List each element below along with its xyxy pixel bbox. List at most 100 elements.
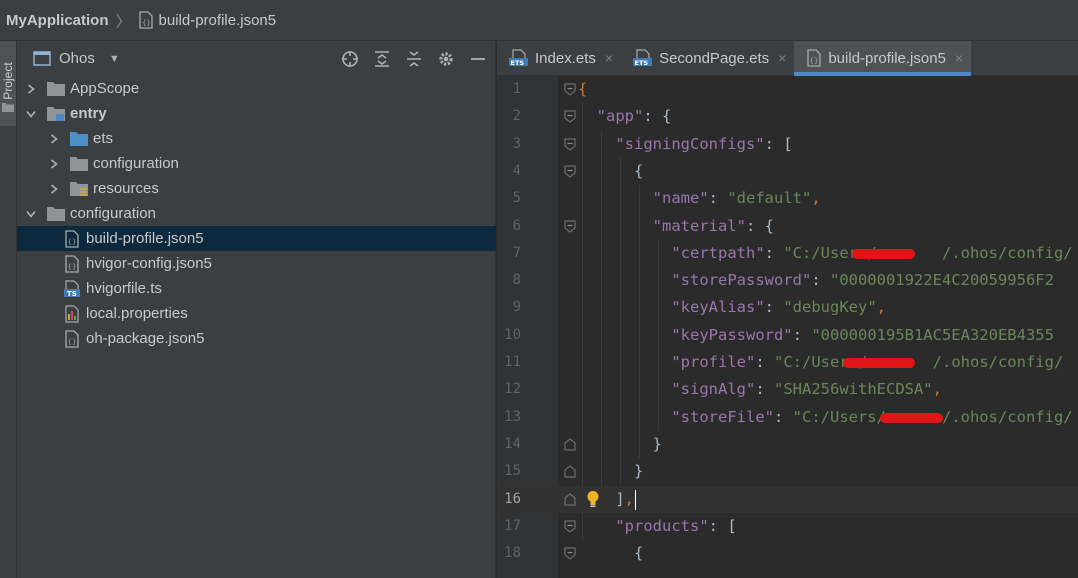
- fold-open-icon[interactable]: [564, 165, 576, 178]
- tree-item[interactable]: TS hvigorfile.ts: [17, 276, 496, 301]
- code-token: ,: [624, 489, 635, 508]
- editor-tab[interactable]: ETS Index.ets ×: [497, 41, 621, 75]
- code-line[interactable]: 3 "signingConfigs": [: [497, 131, 1078, 158]
- tree-item[interactable]: configuration: [17, 201, 496, 226]
- fold-open-icon[interactable]: [564, 137, 576, 151]
- fold-open-icon[interactable]: [564, 547, 576, 560]
- code-token: ,: [876, 298, 886, 317]
- code-token: "debugKey": [783, 298, 877, 317]
- target-icon[interactable]: [341, 50, 359, 68]
- code-text: {: [578, 158, 643, 185]
- code-line[interactable]: 7 "certpath": "C:/Users/ /.ohos/config/: [497, 240, 1078, 267]
- code-line[interactable]: 10 "keyPassword": "000000195B1AC5EA320EB…: [497, 322, 1078, 349]
- minimize-icon[interactable]: [469, 50, 487, 68]
- tree-item[interactable]: ets: [17, 126, 496, 151]
- code-token: {: [634, 544, 644, 563]
- code-line[interactable]: 12 "signAlg": "SHA256withECDSA",: [497, 376, 1078, 403]
- code-token: : [: [764, 134, 793, 153]
- collapse-all-icon[interactable]: [405, 50, 423, 68]
- code-token: }: [634, 462, 644, 481]
- code-token: : {: [643, 107, 672, 126]
- breadcrumb-file[interactable]: {} build-profile.json5: [138, 11, 276, 29]
- code-line[interactable]: 11 "profile": "C:/Users/ /.ohos/config/: [497, 349, 1078, 376]
- breadcrumb-separator: 〉: [115, 14, 132, 31]
- code-line[interactable]: 18 {: [497, 540, 1078, 567]
- line-number: 3: [512, 135, 521, 152]
- code-token: : {: [745, 216, 774, 235]
- fold-close-icon[interactable]: [564, 438, 576, 451]
- code-editor[interactable]: 1{2 "app": {3 "signingConfigs": [4 {5 "n…: [497, 76, 1078, 578]
- code-text: {: [578, 540, 643, 567]
- code-text: "material": {: [578, 213, 774, 240]
- code-line[interactable]: 17 "products": [: [497, 513, 1078, 540]
- code-token: "keyAlias": [671, 298, 765, 317]
- code-token: : [: [708, 516, 737, 535]
- code-text: "signingConfigs": [: [578, 131, 793, 158]
- tree-item[interactable]: {} hvigor-config.json5: [17, 251, 496, 276]
- code-line[interactable]: 6 "material": {: [497, 213, 1078, 240]
- tree-item-label: local.properties: [86, 305, 188, 322]
- code-line[interactable]: 2 "app": {: [497, 103, 1078, 130]
- code-token: "certpath": [671, 243, 765, 262]
- tree-item-label: configuration: [93, 155, 179, 172]
- code-line[interactable]: 15 }: [497, 458, 1078, 485]
- expanded-arrow-icon[interactable]: [25, 210, 37, 218]
- breadcrumb-project[interactable]: MyApplication: [6, 12, 109, 29]
- tree-item-label: ets: [93, 130, 114, 147]
- fold-open-icon[interactable]: [564, 219, 576, 233]
- code-line[interactable]: 4 {: [497, 158, 1078, 185]
- expanded-arrow-icon[interactable]: [25, 110, 37, 118]
- tree-item[interactable]: {} oh-package.json5: [17, 326, 496, 351]
- fold-open-icon[interactable]: [564, 520, 576, 533]
- line-number: 8: [512, 272, 521, 289]
- tree-item[interactable]: entry: [17, 101, 496, 126]
- gear-icon[interactable]: [437, 50, 455, 68]
- code-token: "keyPassword": [671, 325, 793, 344]
- fold-close-icon[interactable]: [564, 492, 576, 506]
- fold-close-icon[interactable]: [564, 465, 576, 478]
- close-icon[interactable]: ×: [955, 50, 963, 66]
- tree-item[interactable]: local.properties: [17, 301, 496, 326]
- tree-item[interactable]: configuration: [17, 151, 496, 176]
- line-number: 10: [504, 326, 521, 343]
- tree-item[interactable]: resources: [17, 176, 496, 201]
- code-line[interactable]: 14 }: [497, 431, 1078, 458]
- tree-item[interactable]: {} build-profile.json5: [17, 226, 496, 251]
- code-token: "000000195B1AC5EA320EB4355: [811, 325, 1054, 344]
- view-selector[interactable]: Ohos ▼: [33, 50, 120, 67]
- editor-tab-label: Index.ets: [535, 49, 596, 67]
- svg-text:TS: TS: [67, 290, 77, 298]
- code-token: :: [755, 353, 774, 371]
- collapsed-arrow-icon[interactable]: [48, 183, 60, 194]
- tree-item-label: oh-package.json5: [86, 330, 205, 347]
- collapsed-arrow-icon[interactable]: [48, 133, 60, 144]
- svg-text:{}: {}: [142, 19, 151, 27]
- code-line[interactable]: 8 "storePassword": "0000001922E4C2005995…: [497, 267, 1078, 294]
- tree-item[interactable]: AppScope: [17, 76, 496, 101]
- editor-tab[interactable]: {} build-profile.json5 ×: [794, 41, 972, 76]
- code-line[interactable]: 1{: [497, 76, 1078, 103]
- ets-file-icon: ETS: [633, 49, 653, 67]
- line-number: 7: [512, 244, 521, 261]
- ts-file-icon: TS: [63, 279, 81, 298]
- json-file-icon: {}: [806, 49, 822, 67]
- fold-open-icon[interactable]: [564, 83, 576, 96]
- close-icon[interactable]: ×: [605, 50, 613, 66]
- close-icon[interactable]: ×: [778, 50, 786, 66]
- code-line[interactable]: 5 "name": "default",: [497, 185, 1078, 212]
- svg-text:{}: {}: [68, 338, 77, 346]
- code-line[interactable]: 16 ],: [497, 485, 1078, 513]
- expand-all-icon[interactable]: [373, 50, 391, 68]
- fold-open-icon[interactable]: [564, 110, 576, 124]
- project-tool-tab[interactable]: Project: [0, 41, 16, 126]
- code-token: "name": [652, 189, 709, 208]
- editor-tab[interactable]: ETS SecondPage.ets ×: [621, 41, 794, 75]
- code-line[interactable]: 13 "storeFile": "C:/Users/ /.ohos/config…: [497, 404, 1078, 431]
- collapsed-arrow-icon[interactable]: [25, 83, 37, 94]
- dropdown-caret-icon: ▼: [108, 52, 120, 65]
- code-text: "storePassword": "0000001922E4C20059956F…: [578, 267, 1054, 294]
- line-number: 6: [512, 217, 521, 234]
- json-file-icon: {}: [138, 11, 154, 29]
- collapsed-arrow-icon[interactable]: [48, 158, 60, 169]
- code-line[interactable]: 9 "keyAlias": "debugKey",: [497, 294, 1078, 321]
